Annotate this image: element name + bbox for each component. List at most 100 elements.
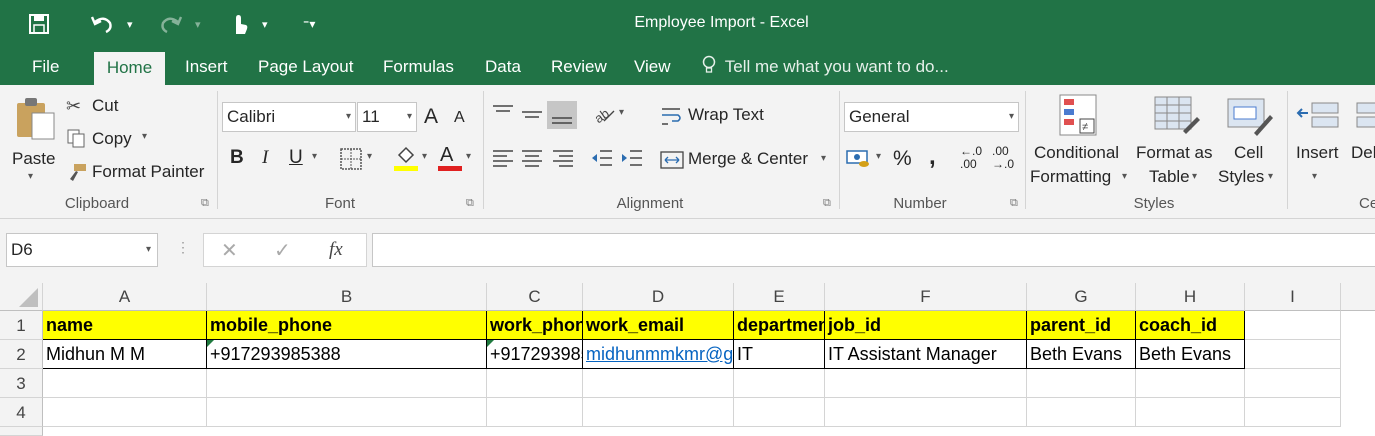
- column-header-g[interactable]: G: [1027, 283, 1136, 311]
- row-header-4[interactable]: 4: [0, 398, 43, 427]
- email-link[interactable]: midhunmmkmr@gmail.com: [586, 344, 733, 364]
- tab-review[interactable]: Review: [539, 50, 619, 85]
- bold-button[interactable]: B: [230, 147, 244, 169]
- cell-f1[interactable]: job_id: [825, 311, 1027, 340]
- orientation-dropdown-icon[interactable]: ▾: [619, 107, 624, 118]
- cell-b1[interactable]: mobile_phone: [207, 311, 487, 340]
- borders-icon[interactable]: [340, 148, 362, 175]
- column-header-e[interactable]: E: [734, 283, 825, 311]
- conditional-formatting-button[interactable]: ≠ Conditional Formatting ▾: [1030, 91, 1130, 191]
- cancel-icon[interactable]: ✕: [221, 238, 238, 263]
- cell-f2[interactable]: IT Assistant Manager: [825, 340, 1027, 369]
- fill-color-dropdown-icon[interactable]: ▾: [422, 151, 427, 162]
- column-header-b[interactable]: B: [207, 283, 487, 311]
- cell-h2[interactable]: Beth Evans: [1136, 340, 1245, 369]
- cell-f3[interactable]: [825, 369, 1027, 398]
- underline-button[interactable]: U: [289, 147, 303, 169]
- underline-dropdown-icon[interactable]: ▾: [312, 151, 317, 162]
- font-color-icon[interactable]: A: [437, 144, 463, 172]
- column-header-partial[interactable]: [1341, 283, 1375, 311]
- merge-center-button[interactable]: Merge & Center ▾: [660, 147, 835, 173]
- column-header-h[interactable]: H: [1136, 283, 1245, 311]
- middle-align-icon[interactable]: [520, 103, 544, 130]
- cell-h3[interactable]: [1136, 369, 1245, 398]
- tab-file[interactable]: File: [20, 50, 71, 85]
- accounting-dropdown-icon[interactable]: ▾: [876, 151, 881, 162]
- cell-h1[interactable]: coach_id: [1136, 311, 1245, 340]
- column-header-a[interactable]: A: [43, 283, 207, 311]
- orientation-icon[interactable]: ab: [591, 103, 616, 130]
- alignment-launcher-icon[interactable]: ⧉: [823, 197, 831, 210]
- cell-g2[interactable]: Beth Evans: [1027, 340, 1136, 369]
- cell-c2[interactable]: +917293985388: [487, 340, 583, 369]
- cell-styles-button[interactable]: Cell Styles ▾: [1216, 91, 1286, 191]
- tab-insert[interactable]: Insert: [173, 50, 240, 85]
- align-right-icon[interactable]: [551, 147, 575, 174]
- align-left-icon[interactable]: [491, 147, 515, 174]
- comma-style-button[interactable]: ,: [929, 143, 936, 171]
- font-size-select[interactable]: 11 ▾: [357, 102, 417, 132]
- name-box[interactable]: D6 ▾: [6, 233, 158, 267]
- cell-b3[interactable]: [207, 369, 487, 398]
- row-header-1[interactable]: 1: [0, 311, 43, 340]
- cell-g3[interactable]: [1027, 369, 1136, 398]
- enter-checkmark-icon[interactable]: ✓: [274, 238, 291, 263]
- clipboard-launcher-icon[interactable]: ⧉: [201, 197, 209, 210]
- tab-view[interactable]: View: [622, 50, 683, 85]
- select-all-corner[interactable]: [0, 283, 43, 311]
- cell-c3[interactable]: [487, 369, 583, 398]
- wrap-text-button[interactable]: Wrap Text: [660, 103, 780, 129]
- number-launcher-icon[interactable]: ⧉: [1010, 197, 1018, 210]
- tell-me-box[interactable]: Tell me what you want to do...: [702, 50, 949, 85]
- column-header-c[interactable]: C: [487, 283, 583, 311]
- insert-cells-button[interactable]: Insert ▾: [1292, 91, 1344, 191]
- column-header-f[interactable]: F: [825, 283, 1027, 311]
- column-header-d[interactable]: D: [583, 283, 734, 311]
- font-color-dropdown-icon[interactable]: ▾: [466, 151, 471, 162]
- bottom-align-icon[interactable]: [547, 101, 577, 129]
- cell-g4[interactable]: [1027, 398, 1136, 427]
- cut-button[interactable]: ✂ Cut: [66, 95, 146, 119]
- cell-f4[interactable]: [825, 398, 1027, 427]
- align-center-icon[interactable]: [520, 147, 544, 174]
- cell-g1[interactable]: parent_id: [1027, 311, 1136, 340]
- cell-d2[interactable]: midhunmmkmr@gmail.com: [583, 340, 734, 369]
- borders-dropdown-icon[interactable]: ▾: [367, 151, 372, 162]
- cell-d4[interactable]: [583, 398, 734, 427]
- cell-e2[interactable]: IT: [734, 340, 825, 369]
- cell-i2[interactable]: [1245, 340, 1341, 369]
- fill-color-icon[interactable]: [393, 145, 419, 178]
- cell-a3[interactable]: [43, 369, 207, 398]
- insert-function-button[interactable]: fx: [329, 239, 343, 261]
- cell-b2[interactable]: +917293985388: [207, 340, 487, 369]
- increase-indent-icon[interactable]: [620, 147, 644, 174]
- row-header-3[interactable]: 3: [0, 369, 43, 398]
- increase-decimal-button[interactable]: ←.0 .00: [960, 145, 990, 171]
- copy-button[interactable]: Copy ▾: [66, 128, 166, 152]
- paste-button[interactable]: Paste ▾: [8, 91, 60, 189]
- cell-a2[interactable]: Midhun M M: [43, 340, 207, 369]
- tab-page-layout[interactable]: Page Layout: [246, 50, 365, 85]
- cell-i3[interactable]: [1245, 369, 1341, 398]
- tab-formulas[interactable]: Formulas: [371, 50, 466, 85]
- cell-c1[interactable]: work_phone: [487, 311, 583, 340]
- top-align-icon[interactable]: [491, 103, 515, 130]
- cell-e3[interactable]: [734, 369, 825, 398]
- number-format-select[interactable]: General ▾: [844, 102, 1019, 132]
- font-name-select[interactable]: Calibri ▾: [222, 102, 356, 132]
- cell-c4[interactable]: [487, 398, 583, 427]
- italic-button[interactable]: I: [262, 147, 268, 169]
- format-as-table-button[interactable]: Format as Table ▾: [1135, 91, 1215, 191]
- column-header-i[interactable]: I: [1245, 283, 1341, 311]
- cell-i1[interactable]: [1245, 311, 1341, 340]
- formula-input[interactable]: [372, 233, 1375, 267]
- cell-a4[interactable]: [43, 398, 207, 427]
- shrink-font-button[interactable]: A: [454, 109, 465, 127]
- percent-style-button[interactable]: %: [893, 147, 912, 171]
- delete-cells-button[interactable]: Del: [1349, 91, 1375, 191]
- cell-d1[interactable]: work_email: [583, 311, 734, 340]
- cell-e4[interactable]: [734, 398, 825, 427]
- cell-a1[interactable]: name: [43, 311, 207, 340]
- cell-b4[interactable]: [207, 398, 487, 427]
- font-launcher-icon[interactable]: ⧉: [466, 197, 474, 210]
